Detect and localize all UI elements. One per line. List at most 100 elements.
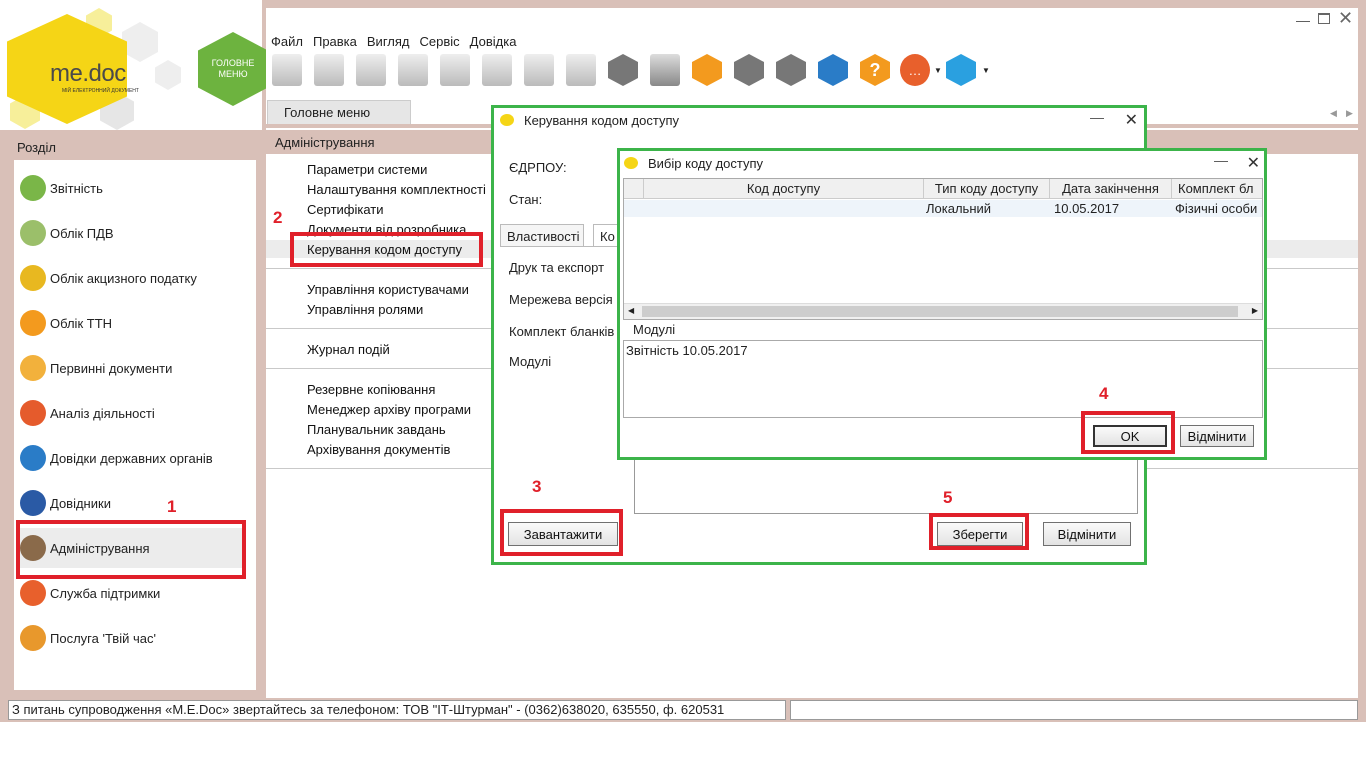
access-cancel-button[interactable]: Відмінити xyxy=(1043,522,1131,546)
chat-icon[interactable]: … xyxy=(900,54,930,86)
ttn-icon xyxy=(20,310,46,336)
sidebar-item-gov-certificates[interactable]: Довідки державних органів xyxy=(20,438,245,478)
dialog-logo-icon xyxy=(500,114,514,126)
cell-kit: Фізичні особи xyxy=(1175,201,1258,216)
primary-docs-icon xyxy=(20,355,46,381)
add-row-icon[interactable] xyxy=(482,54,512,86)
sidebar-item-your-time[interactable]: Послуга 'Твій час' xyxy=(20,618,245,658)
menu-edit[interactable]: Правка xyxy=(313,34,357,49)
modules-text-area[interactable]: Звітність 10.05.2017 xyxy=(623,340,1263,418)
sidebar-item-analysis[interactable]: Аналіз діяльності xyxy=(20,393,245,433)
excise-icon xyxy=(20,265,46,291)
cell-type: Локальний xyxy=(926,201,992,216)
link-archive-manager[interactable]: Менеджер архіву програми xyxy=(307,402,487,417)
menu-file[interactable]: Файл xyxy=(271,34,303,49)
open-folder-icon[interactable] xyxy=(314,54,344,86)
cell-date: 10.05.2017 xyxy=(1054,201,1120,216)
tab-properties[interactable]: Властивості xyxy=(500,224,584,246)
menubar: Файл Правка Вигляд Сервіс Довідка xyxy=(271,34,516,49)
link-task-scheduler[interactable]: Планувальник завдань xyxy=(307,422,487,437)
edrpou-label: ЄДРПОУ: xyxy=(509,160,567,175)
copy-doc-icon[interactable] xyxy=(398,54,428,86)
chat-dropdown-icon[interactable]: ▼ xyxy=(934,66,942,75)
step-3-label: 3 xyxy=(532,477,542,496)
sidebar-item-vat[interactable]: Облік ПДВ xyxy=(20,213,245,253)
sidebar-item-label: Довідки державних органів xyxy=(50,450,213,466)
codes-grid: Код доступу Тип коду доступу Дата закінч… xyxy=(623,178,1263,320)
menu-help[interactable]: Довідка xyxy=(470,34,517,49)
col-access-code[interactable]: Код доступу xyxy=(644,179,924,199)
horizontal-scrollbar[interactable]: ◀ ▶ xyxy=(624,303,1262,319)
link-completeness-settings[interactable]: Налаштування комплектності xyxy=(307,182,487,197)
sidebar-item-support[interactable]: Служба підтримки xyxy=(20,573,245,613)
maximize-button[interactable] xyxy=(1318,13,1330,24)
main-menu-label-2: МЕНЮ xyxy=(218,69,248,79)
reports-icon xyxy=(20,175,46,201)
link-system-params[interactable]: Параметри системи xyxy=(307,162,487,177)
scrollbar-thumb[interactable] xyxy=(642,306,1238,317)
link-role-management[interactable]: Управління ролями xyxy=(307,302,487,317)
pick-cancel-button[interactable]: Відмінити xyxy=(1180,425,1254,447)
status-panel xyxy=(790,700,1358,720)
print-icon[interactable] xyxy=(650,54,680,86)
sidebar-item-administration[interactable]: Адміністрування xyxy=(20,528,245,568)
sidebar-item-label: Послуга 'Твій час' xyxy=(50,630,156,646)
link-backup[interactable]: Резервне копіювання xyxy=(307,382,487,397)
link-developer-docs[interactable]: Документи від розробника xyxy=(307,222,487,237)
main-menu-button[interactable]: ГОЛОВНЕ МЕНЮ xyxy=(198,32,268,106)
modules-text: Звітність 10.05.2017 xyxy=(626,343,748,358)
ok-button[interactable]: OK xyxy=(1093,425,1167,447)
sidebar-item-label: Звітність xyxy=(50,180,103,196)
sidebar-item-excise[interactable]: Облік акцизного податку xyxy=(20,258,245,298)
link-event-log[interactable]: Журнал подій xyxy=(307,342,487,357)
new-doc-icon[interactable] xyxy=(272,54,302,86)
support-icon xyxy=(20,580,46,606)
sidebar-item-ttn[interactable]: Облік ТТН xyxy=(20,303,245,343)
scroll-left-icon[interactable]: ◀ xyxy=(628,306,634,315)
step-5-label: 5 xyxy=(943,488,953,507)
tab-scroll-left-icon[interactable]: ◀ xyxy=(1330,108,1337,119)
sidebar-item-label: Первинні документи xyxy=(50,360,173,376)
sidebar-header: Розділ xyxy=(8,130,260,160)
find-doc-icon[interactable] xyxy=(524,54,554,86)
col-expiry-date[interactable]: Дата закінчення xyxy=(1050,179,1172,199)
tab-main-menu[interactable]: Головне меню xyxy=(267,100,411,124)
pick-dialog-minimize[interactable]: — xyxy=(1214,152,1228,168)
tab-scroll-right-icon[interactable]: ▶ xyxy=(1346,108,1353,119)
modules-box xyxy=(634,460,1138,514)
gov-certificates-icon xyxy=(20,445,46,471)
minimize-button[interactable]: — xyxy=(1296,12,1310,28)
col-kit[interactable]: Комплект бл xyxy=(1172,179,1262,199)
menu-service[interactable]: Сервіс xyxy=(420,34,460,49)
vat-icon xyxy=(20,220,46,246)
link-archive-documents[interactable]: Архівування документів xyxy=(307,442,487,457)
link-certificates[interactable]: Сертифікати xyxy=(307,202,487,217)
load-button[interactable]: Завантажити xyxy=(508,522,618,546)
main-menu-label-1: ГОЛОВНЕ xyxy=(211,58,255,68)
edit-doc-icon[interactable] xyxy=(440,54,470,86)
delete-doc-icon[interactable] xyxy=(356,54,386,86)
logo-area: me.doc МІЙ ЕЛЕКТРОННИЙ ДОКУМЕНТ ГОЛОВНЕ … xyxy=(0,0,268,130)
logo-hex-bg2 xyxy=(122,22,158,62)
sidebar-item-primary-docs[interactable]: Первинні документи xyxy=(20,348,245,388)
access-dialog-close-icon[interactable]: ✕ xyxy=(1125,110,1138,130)
sidebar-item-label: Облік ПДВ xyxy=(50,225,114,241)
table-row[interactable]: Локальний 10.05.2017 Фізичні особи xyxy=(624,200,1262,217)
access-dialog-title: Керування кодом доступу xyxy=(524,112,679,128)
scroll-right-icon[interactable]: ▶ xyxy=(1252,306,1258,315)
save-button[interactable]: Зберегти xyxy=(937,522,1023,546)
link-access-code[interactable]: Керування кодом доступу xyxy=(307,242,487,257)
pick-dialog-close-icon[interactable]: ✕ xyxy=(1247,153,1260,173)
menu-view[interactable]: Вигляд xyxy=(367,34,410,49)
sidebar-item-label: Довідники xyxy=(50,495,111,511)
link-user-management[interactable]: Управління користувачами xyxy=(307,282,487,297)
field-network-version: Мережева версія xyxy=(509,292,613,307)
video-dropdown-icon[interactable]: ▼ xyxy=(982,66,990,75)
sidebar-item-directories[interactable]: Довідники xyxy=(20,483,245,523)
close-window-icon[interactable]: ✕ xyxy=(1338,8,1353,29)
sidebar-item-reports[interactable]: Звітність xyxy=(20,168,245,208)
access-dialog-minimize[interactable]: — xyxy=(1090,109,1104,125)
remove-row-icon[interactable] xyxy=(566,54,596,86)
status-text: З питань супроводження «M.E.Doc» звертай… xyxy=(8,700,786,720)
col-code-type[interactable]: Тип коду доступу xyxy=(924,179,1050,199)
